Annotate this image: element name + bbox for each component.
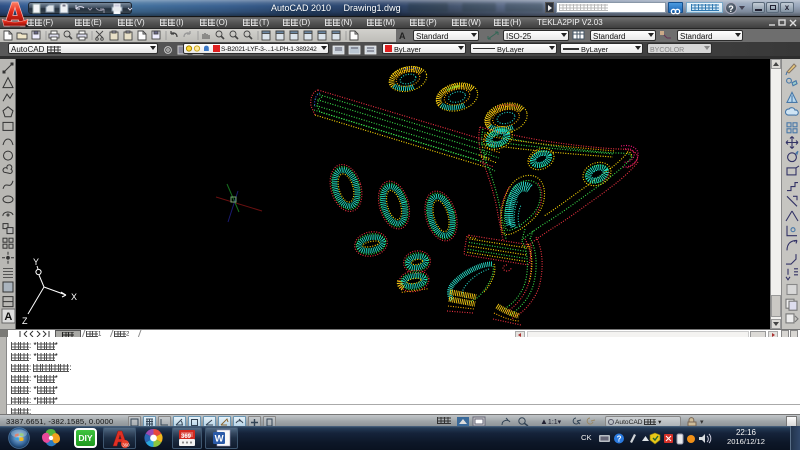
- svg-text:X: X: [71, 292, 77, 302]
- svg-text:A: A: [4, 311, 12, 323]
- svg-text:369: 369: [181, 434, 192, 440]
- svg-text:A: A: [399, 31, 406, 41]
- svg-text:?: ?: [617, 434, 622, 443]
- svg-text:Z: Z: [22, 316, 28, 326]
- svg-text:Y: Y: [33, 257, 39, 267]
- svg-text:360: 360: [122, 442, 130, 447]
- svg-text:W: W: [215, 434, 224, 445]
